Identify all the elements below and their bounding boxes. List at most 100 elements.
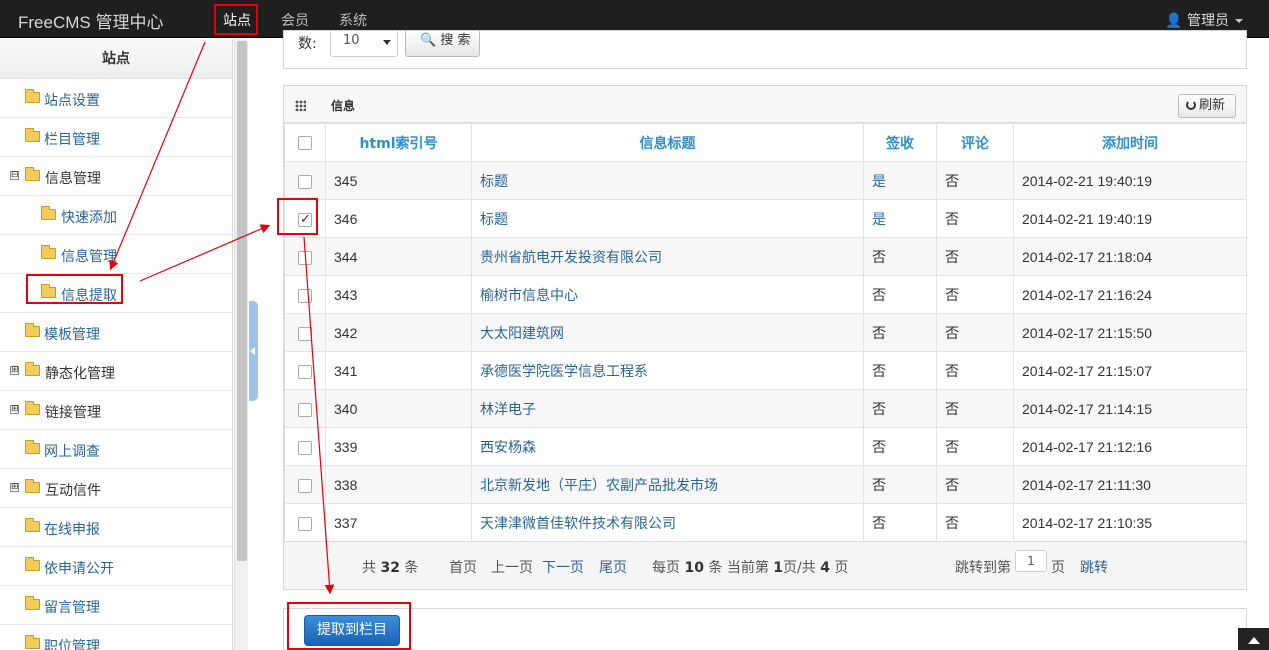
row-title-link[interactable]: 承德医学院医学信息工程系	[480, 364, 648, 380]
sidebar-item-label: 快速添加	[61, 210, 117, 226]
sidebar-item-quick-add[interactable]: 快速添加	[0, 196, 232, 235]
row-title-link[interactable]: 大太阳建筑网	[480, 326, 564, 342]
search-button[interactable]: 🔍 搜 索	[405, 31, 480, 57]
row-title-cell: 标题	[471, 199, 864, 238]
row-checkbox[interactable]	[298, 288, 312, 303]
sidebar-collapse-handle[interactable]	[249, 301, 258, 401]
sidebar-item-label: 网上调查	[44, 444, 100, 460]
extract-to-channel-button[interactable]: 提取到栏目	[304, 615, 400, 646]
nav-system[interactable]: 系统	[339, 10, 367, 30]
user-menu[interactable]: 👤 管理员	[1165, 10, 1243, 30]
expand-toggle-icon[interactable]: ⊞	[10, 366, 19, 375]
sidebar-item-message-management[interactable]: 留言管理	[0, 586, 232, 625]
row-checkbox[interactable]	[298, 440, 312, 455]
column-header-comment[interactable]: 评论	[936, 123, 1014, 162]
folder-icon	[25, 323, 40, 337]
row-signed: 否	[863, 503, 937, 542]
row-comment: 否	[936, 427, 1014, 466]
row-select-cell	[284, 161, 326, 200]
user-icon: 👤	[1165, 13, 1183, 29]
pager-total-pages: 4	[820, 560, 830, 576]
table-row[interactable]: 344 贵州省航电开发投资有限公司 否 否 2014-02-17 21:18:0…	[284, 237, 1247, 276]
sidebar-item-info-management[interactable]: ⊟ 信息管理	[0, 157, 232, 196]
nav-member[interactable]: 会员	[281, 10, 309, 30]
pager-prev[interactable]: 上一页	[491, 557, 533, 577]
column-header-index[interactable]: html索引号	[325, 123, 472, 162]
grid-icon	[295, 100, 306, 111]
row-select-cell	[284, 351, 326, 390]
sidebar-item-info-list[interactable]: 信息管理	[0, 235, 232, 274]
sidebar-item-online-declaration[interactable]: 在线申报	[0, 508, 232, 547]
page-size-select[interactable]: 10	[330, 31, 398, 57]
table-row[interactable]: 338 北京新发地（平庄）农副产品批发市场 否 否 2014-02-17 21:…	[284, 465, 1247, 504]
column-header-title[interactable]: 信息标题	[471, 123, 864, 162]
sidebar-item-interactive-letters[interactable]: ⊞ 互动信件	[0, 469, 232, 508]
row-checkbox[interactable]	[298, 402, 312, 417]
row-signed: 否	[863, 237, 937, 276]
row-index: 343	[325, 275, 472, 314]
row-checkbox[interactable]	[298, 250, 312, 265]
sidebar-item-static-management[interactable]: ⊞ 静态化管理	[0, 352, 232, 391]
nav-site[interactable]: 站点	[223, 10, 251, 30]
sidebar-item-info-extract[interactable]: 信息提取	[0, 274, 232, 313]
row-title-link[interactable]: 标题	[480, 212, 508, 228]
pager-jump-link[interactable]: 跳转	[1080, 557, 1108, 577]
row-checkbox[interactable]	[298, 174, 312, 189]
pager-last-link[interactable]: 尾页	[599, 557, 627, 577]
sidebar-item-channel-management[interactable]: 栏目管理	[0, 118, 232, 157]
table-row[interactable]: 339 西安杨森 否 否 2014-02-17 21:12:16	[284, 427, 1247, 466]
table-row[interactable]: 340 林洋电子 否 否 2014-02-17 21:14:15	[284, 389, 1247, 428]
sidebar-item-online-survey[interactable]: 网上调查	[0, 430, 232, 469]
row-checkbox[interactable]	[298, 478, 312, 493]
row-title-link[interactable]: 贵州省航电开发投资有限公司	[480, 250, 662, 266]
pager-first[interactable]: 首页	[449, 557, 477, 577]
refresh-button[interactable]: 刷新	[1178, 94, 1236, 118]
row-title-link[interactable]: 北京新发地（平庄）农副产品批发市场	[480, 478, 718, 494]
table-row[interactable]: 343 榆树市信息中心 否 否 2014-02-17 21:16:24	[284, 275, 1247, 314]
pager-total-prefix: 共	[362, 560, 376, 576]
scrollbar-thumb[interactable]	[237, 41, 247, 561]
table-row[interactable]: 346 标题 是 否 2014-02-21 19:40:19	[284, 199, 1247, 238]
sidebar-item-template-management[interactable]: 模板管理	[0, 313, 232, 352]
table-row[interactable]: 345 标题 是 否 2014-02-21 19:40:19	[284, 161, 1247, 200]
row-title-cell: 榆树市信息中心	[471, 275, 864, 314]
row-title-link[interactable]: 林洋电子	[480, 402, 536, 418]
caret-down-icon	[1235, 19, 1243, 23]
row-signed-link[interactable]: 是	[872, 212, 886, 228]
user-name: 管理员	[1187, 13, 1229, 29]
collapse-toggle-icon[interactable]: ⊟	[10, 171, 19, 180]
folder-icon	[25, 167, 40, 181]
row-title-link[interactable]: 西安杨森	[480, 440, 536, 456]
row-title-link[interactable]: 榆树市信息中心	[480, 288, 578, 304]
row-checkbox[interactable]	[298, 326, 312, 341]
table-row[interactable]: 341 承德医学院医学信息工程系 否 否 2014-02-17 21:15:07	[284, 351, 1247, 390]
sidebar-item-link-management[interactable]: ⊞ 链接管理	[0, 391, 232, 430]
select-all-checkbox[interactable]	[298, 135, 312, 150]
column-header-time[interactable]: 添加时间	[1013, 123, 1247, 162]
back-to-top-button[interactable]	[1238, 628, 1269, 650]
expand-toggle-icon[interactable]: ⊞	[10, 405, 19, 414]
sidebar-item-disclosure-request[interactable]: 依申请公开	[0, 547, 232, 586]
table-header-row: html索引号 信息标题 签收 评论 添加时间	[284, 123, 1247, 162]
table-row[interactable]: 342 大太阳建筑网 否 否 2014-02-17 21:15:50	[284, 313, 1247, 352]
row-time: 2014-02-17 21:11:30	[1013, 465, 1247, 504]
sidebar-item-job-management[interactable]: 职位管理	[0, 625, 232, 650]
row-time: 2014-02-17 21:18:04	[1013, 237, 1247, 276]
row-title-link[interactable]: 天津津微首佳软件技术有限公司	[480, 516, 676, 532]
pager-next-link[interactable]: 下一页	[542, 557, 584, 577]
row-title-link[interactable]: 标题	[480, 174, 508, 190]
table-row[interactable]: 337 天津津微首佳软件技术有限公司 否 否 2014-02-17 21:10:…	[284, 503, 1247, 542]
row-checkbox[interactable]	[298, 211, 312, 227]
jump-page-input[interactable]: 1	[1015, 550, 1047, 572]
sidebar-scrollbar[interactable]	[234, 39, 248, 650]
column-header-signed[interactable]: 签收	[863, 123, 937, 162]
row-signed-link[interactable]: 是	[872, 174, 886, 190]
brand-title[interactable]: FreeCMS 管理中心	[18, 8, 163, 33]
refresh-icon	[1186, 100, 1196, 110]
info-table: html索引号 信息标题 签收 评论 添加时间 345 标题 是 否 2014-…	[284, 123, 1247, 542]
expand-toggle-icon[interactable]: ⊞	[10, 483, 19, 492]
row-checkbox[interactable]	[298, 516, 312, 531]
sidebar-item-site-settings[interactable]: 站点设置	[0, 79, 232, 118]
pager-per-page: 10	[684, 560, 704, 576]
row-checkbox[interactable]	[298, 364, 312, 379]
